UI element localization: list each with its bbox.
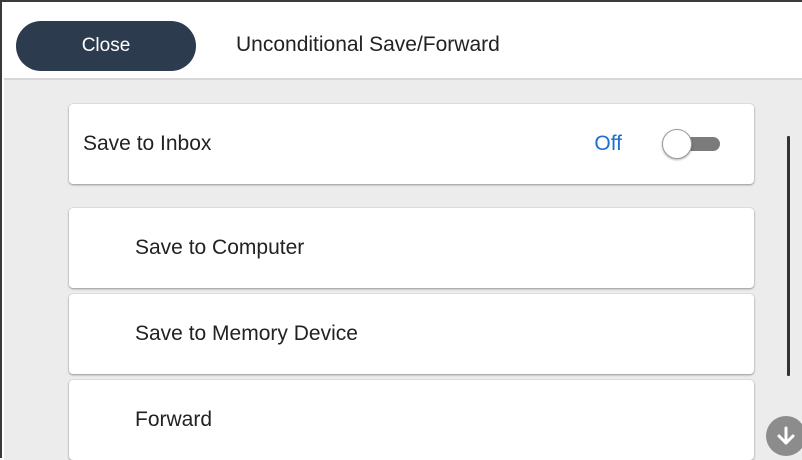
scroll-down-button[interactable] (766, 416, 802, 456)
save-to-inbox-row[interactable]: Save to Inbox Off (69, 104, 754, 184)
save-to-memory-device-label: Save to Memory Device (135, 322, 358, 345)
save-to-inbox-status: Off (594, 132, 622, 155)
header-bar: Close Unconditional Save/Forward (4, 4, 802, 80)
settings-list: Save to Inbox Off Save to Computer Save … (4, 80, 802, 460)
close-button[interactable]: Close (16, 21, 196, 71)
forward-row[interactable]: Forward (69, 380, 754, 460)
save-to-computer-label: Save to Computer (135, 236, 305, 259)
page-title: Unconditional Save/Forward (236, 33, 500, 56)
toggle-knob (662, 129, 692, 159)
forward-label: Forward (135, 408, 213, 431)
screen-frame: Close Unconditional Save/Forward Save to… (0, 0, 802, 460)
close-button-label: Close (81, 35, 131, 56)
save-to-inbox-toggle[interactable] (662, 129, 724, 159)
save-to-computer-row[interactable]: Save to Computer (69, 208, 754, 288)
scrollbar-track[interactable] (787, 136, 790, 376)
save-to-memory-device-row[interactable]: Save to Memory Device (69, 294, 754, 374)
arrow-down-icon (777, 426, 795, 445)
save-to-inbox-label: Save to Inbox (83, 132, 212, 155)
